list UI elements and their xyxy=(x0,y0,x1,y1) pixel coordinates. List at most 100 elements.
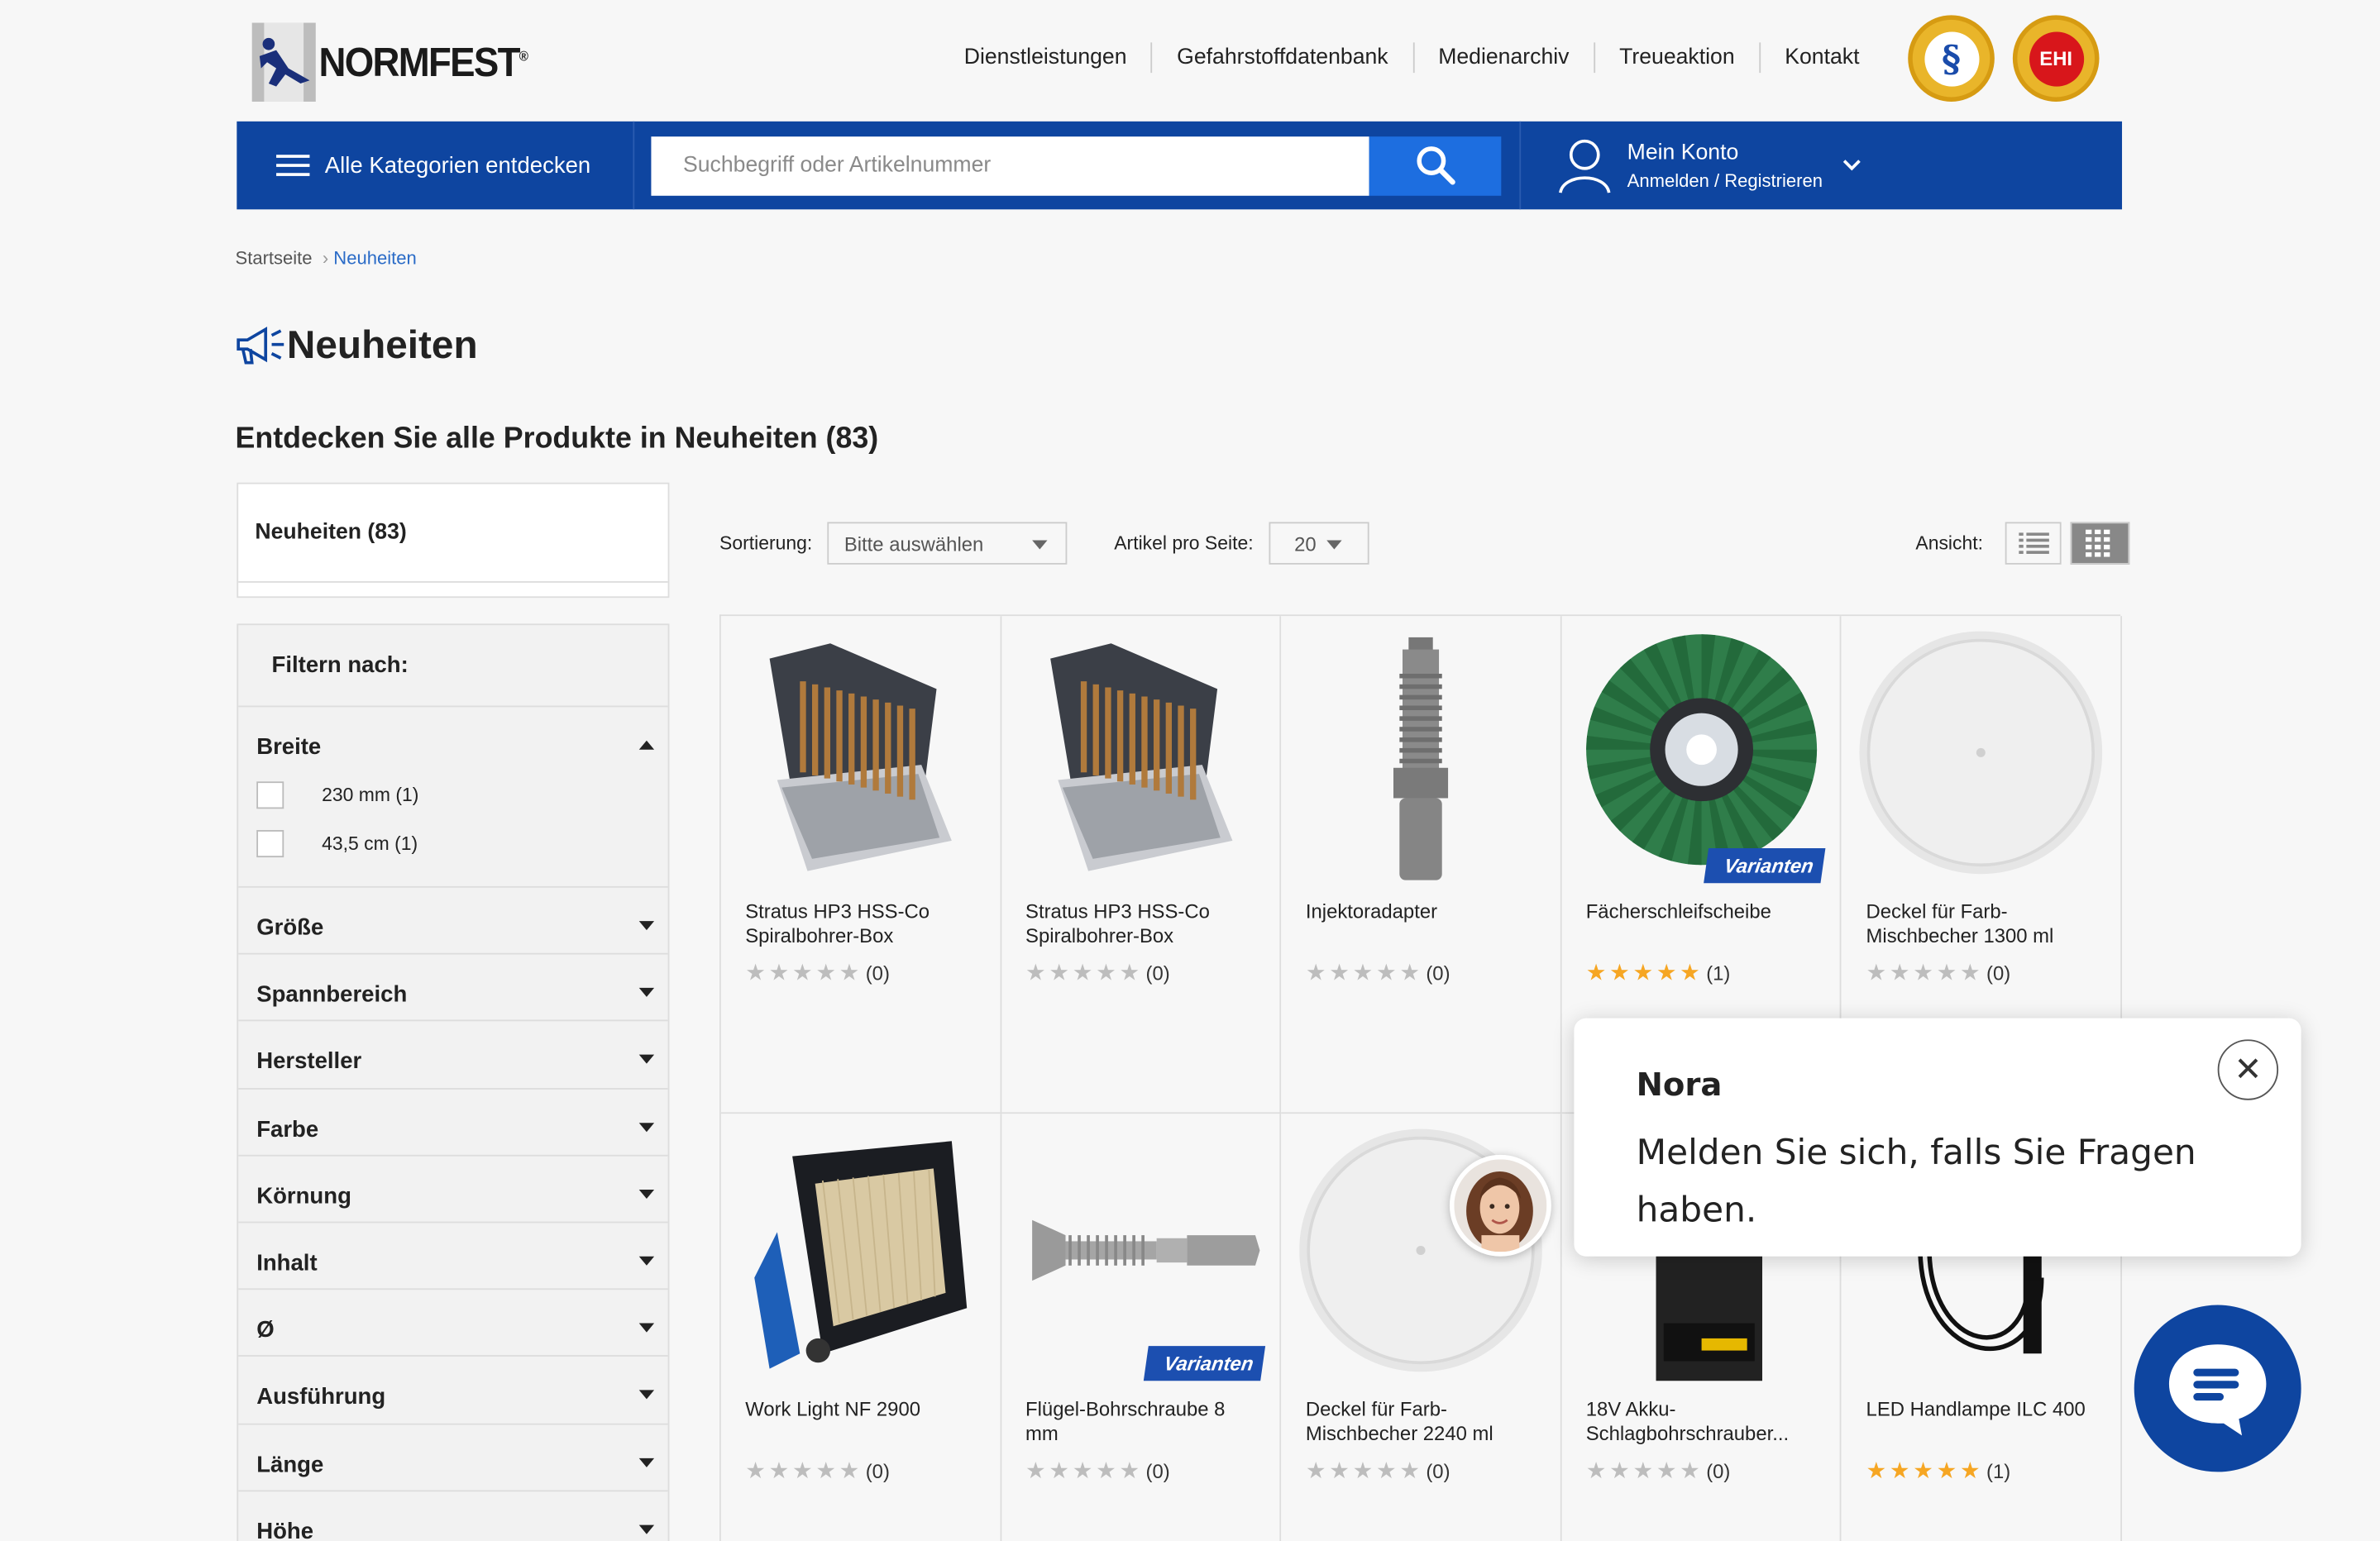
rating-stars: ★★★★★ (0) xyxy=(1586,1457,1731,1484)
filter-section-label: Körnung xyxy=(256,1183,351,1209)
rating-stars: ★★★★★ (0) xyxy=(1306,959,1450,986)
breadcrumb-current[interactable]: Neuheiten xyxy=(333,247,416,269)
filter-section[interactable]: Größe xyxy=(238,888,668,955)
chat-icon xyxy=(2168,1344,2267,1436)
nav-dienstleistungen[interactable]: Dienstleistungen xyxy=(939,42,1153,74)
filter-section[interactable]: Farbe xyxy=(238,1089,668,1157)
filter-option[interactable]: 230 mm (1) xyxy=(256,781,667,809)
filter-section[interactable]: Hersteller xyxy=(238,1022,668,1090)
rating-count: (1) xyxy=(1706,961,1731,985)
chat-launcher-button[interactable] xyxy=(2134,1305,2301,1472)
rating-stars: ★★★★★ (0) xyxy=(745,959,890,986)
filter-section[interactable]: Länge xyxy=(238,1424,668,1491)
sort-value: Bitte auswählen xyxy=(844,532,984,555)
rating-count: (0) xyxy=(1706,1459,1731,1483)
filter-section[interactable]: Spannbereich xyxy=(238,955,668,1022)
rating-count: (0) xyxy=(1426,961,1450,985)
filter-option[interactable]: 43,5 cm (1) xyxy=(256,830,667,858)
account-title: Mein Konto xyxy=(1627,140,1739,165)
screw-icon[interactable]: Varianten xyxy=(1020,1126,1265,1381)
product-name[interactable]: Work Light NF 2900 xyxy=(745,1397,981,1421)
filter-breite[interactable]: Breite 230 mm (1) 43,5 cm (1) xyxy=(238,707,668,888)
filter-section[interactable]: Inhalt xyxy=(238,1223,668,1291)
drill-bit-box-icon[interactable] xyxy=(739,628,982,883)
ehi-seal-icon[interactable]: EHI xyxy=(2012,15,2100,102)
star-icon: ★ xyxy=(1352,1458,1376,1485)
list-icon xyxy=(2019,532,2049,554)
rating-stars: ★★★★★ (1) xyxy=(1866,1457,2011,1484)
product-card[interactable]: Injektoradapter ★★★★★ (0) xyxy=(1281,616,1562,1114)
megaphone-icon xyxy=(237,326,284,364)
logo-icon xyxy=(251,22,316,102)
flap-disc-icon[interactable]: Varianten xyxy=(1579,628,1826,884)
star-icon: ★ xyxy=(1632,960,1656,987)
star-icon: ★ xyxy=(1656,1458,1680,1485)
checkbox[interactable] xyxy=(256,830,284,858)
filter-section-label: Ø xyxy=(256,1317,275,1343)
star-icon: ★ xyxy=(1119,960,1143,987)
filter-section[interactable]: Ø xyxy=(238,1290,668,1357)
chevron-down-icon xyxy=(638,1122,655,1132)
legal-seal-icon[interactable]: § xyxy=(1908,15,1995,102)
star-icon: ★ xyxy=(1609,1458,1633,1485)
star-icon: ★ xyxy=(1632,1458,1656,1485)
star-icon: ★ xyxy=(768,960,792,987)
product-name[interactable]: LED Handlampe ILC 400 xyxy=(1866,1397,2102,1421)
product-name[interactable]: Deckel für Farb-Mischbecher 1300 ml xyxy=(1866,899,2102,948)
work-light-icon[interactable] xyxy=(739,1126,982,1381)
chevron-down-icon xyxy=(1842,160,1861,171)
filter-section-label: Höhe xyxy=(256,1518,314,1541)
star-icon: ★ xyxy=(1913,960,1937,987)
product-name[interactable]: Deckel für Farb-Mischbecher 2240 ml xyxy=(1306,1397,1541,1446)
chevron-down-icon xyxy=(1032,540,1048,550)
product-name[interactable]: Flügel-Bohrschraube 8 mm xyxy=(1025,1397,1261,1446)
sort-control: Sortierung: Bitte auswählen xyxy=(719,522,1068,565)
product-name[interactable]: Fächerschleifscheibe xyxy=(1586,899,1822,923)
product-card[interactable]: Stratus HP3 HSS-Co Spiralbohrer-Box ★★★★★… xyxy=(1001,616,1282,1114)
per-page-select[interactable]: 20 xyxy=(1268,522,1369,565)
nav-treueaktion[interactable]: Treueaktion xyxy=(1595,42,1761,74)
star-icon: ★ xyxy=(1866,1458,1890,1485)
product-card[interactable]: Stratus HP3 HSS-Co Spiralbohrer-Box ★★★★★… xyxy=(720,616,1001,1114)
category-link[interactable]: Neuheiten (83) xyxy=(255,521,406,545)
product-name[interactable]: Injektoradapter xyxy=(1306,899,1541,923)
chat-message: Melden Sie sich, falls Sie Fragen haben. xyxy=(1636,1133,2196,1231)
site-logo[interactable]: NORMFEST® xyxy=(251,21,546,103)
star-icon: ★ xyxy=(1399,1458,1423,1485)
search-input[interactable]: Suchbegriff oder Artikelnummer xyxy=(651,136,1369,195)
search-icon xyxy=(1416,146,1455,185)
all-categories-button[interactable]: Alle Kategorien entdecken xyxy=(237,121,635,210)
star-icon: ★ xyxy=(1305,1458,1330,1485)
account-menu[interactable]: Mein Konto Anmelden / Registrieren xyxy=(1519,121,1861,210)
nav-kontakt[interactable]: Kontakt xyxy=(1761,42,1884,73)
all-categories-label: Alle Kategorien entdecken xyxy=(324,152,591,179)
injector-adapter-icon[interactable] xyxy=(1300,628,1543,883)
page-subtitle: Entdecken Sie alle Produkte in Neuheiten… xyxy=(235,422,879,456)
view-label: Ansicht: xyxy=(1915,532,1984,554)
grid-view-button[interactable] xyxy=(2071,522,2131,565)
filter-section[interactable]: Körnung xyxy=(238,1156,668,1224)
checkbox[interactable] xyxy=(256,781,284,809)
nav-medienarchiv[interactable]: Medienarchiv xyxy=(1414,42,1595,74)
product-name[interactable]: 18V Akku-Schlagbohrschrauber... xyxy=(1586,1397,1822,1446)
star-icon: ★ xyxy=(815,1458,839,1485)
filter-section[interactable]: Ausführung xyxy=(238,1357,668,1424)
lid-icon[interactable] xyxy=(1860,628,2103,883)
product-card[interactable]: Varianten Flügel-Bohrschraube 8 mm ★★★★★ (0… xyxy=(1001,1114,1282,1541)
product-name[interactable]: Stratus HP3 HSS-Co Spiralbohrer-Box xyxy=(1025,899,1261,948)
breadcrumb-home[interactable]: Startseite xyxy=(236,247,313,269)
filter-section[interactable]: Höhe xyxy=(238,1491,667,1541)
chat-agent-name: Nora xyxy=(1636,1066,1723,1104)
star-icon: ★ xyxy=(1680,960,1704,987)
chevron-down-icon xyxy=(1326,540,1342,550)
chat-close-button[interactable]: ✕ xyxy=(2217,1039,2279,1100)
drill-bit-box-icon[interactable] xyxy=(1020,628,1263,883)
product-card[interactable]: Work Light NF 2900 ★★★★★ (0) xyxy=(720,1114,1001,1541)
star-icon: ★ xyxy=(1072,1458,1097,1485)
chevron-down-icon xyxy=(638,1256,655,1266)
product-name[interactable]: Stratus HP3 HSS-Co Spiralbohrer-Box xyxy=(745,899,981,948)
nav-gefahrstoffdatenbank[interactable]: Gefahrstoffdatenbank xyxy=(1153,42,1414,74)
list-view-button[interactable] xyxy=(2005,522,2062,565)
search-button[interactable] xyxy=(1369,136,1502,195)
sort-select[interactable]: Bitte auswählen xyxy=(827,522,1068,565)
